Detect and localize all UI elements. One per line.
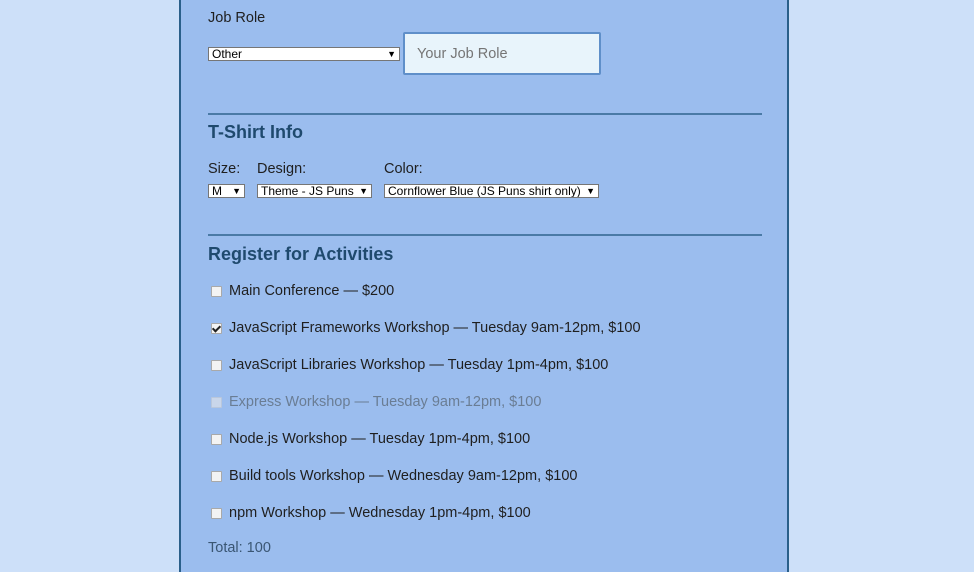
- activity-checkbox-npm[interactable]: [211, 508, 222, 519]
- activity-checkbox-js-frameworks[interactable]: [211, 323, 222, 334]
- activity-label-nodejs[interactable]: Node.js Workshop — Tuesday 1pm-4pm, $100: [229, 431, 530, 447]
- activity-checkbox-js-libraries[interactable]: [211, 360, 222, 371]
- section-divider: [208, 234, 762, 236]
- size-select[interactable]: M ▼: [208, 184, 245, 198]
- job-role-selected-value: Other: [212, 47, 243, 61]
- section-divider: [208, 113, 762, 115]
- activity-checkbox-build-tools[interactable]: [211, 471, 222, 482]
- color-label: Color:: [384, 161, 423, 177]
- design-selected-value: Theme - JS Puns: [261, 184, 354, 198]
- activity-checkbox-express: [211, 397, 222, 408]
- job-role-select[interactable]: Other ▼: [208, 47, 400, 61]
- activity-label-build-tools[interactable]: Build tools Workshop — Wednesday 9am-12p…: [229, 468, 577, 484]
- activity-checkbox-main-conference[interactable]: [211, 286, 222, 297]
- activities-total: Total: 100: [208, 540, 271, 556]
- design-select[interactable]: Theme - JS Puns ▼: [257, 184, 372, 198]
- activity-label-npm[interactable]: npm Workshop — Wednesday 1pm-4pm, $100: [229, 505, 531, 521]
- size-label: Size:: [208, 161, 241, 177]
- activity-label-js-frameworks[interactable]: JavaScript Frameworks Workshop — Tuesday…: [229, 320, 641, 336]
- chevron-down-icon: ▼: [232, 186, 241, 196]
- color-selected-value: Cornflower Blue (JS Puns shirt only): [388, 184, 581, 198]
- tshirt-heading: T-Shirt Info: [208, 122, 303, 142]
- chevron-down-icon: ▼: [387, 49, 396, 59]
- activity-checkbox-nodejs[interactable]: [211, 434, 222, 445]
- activities-heading: Register for Activities: [208, 244, 394, 264]
- job-role-label: Job Role: [208, 10, 266, 26]
- color-select[interactable]: Cornflower Blue (JS Puns shirt only) ▼: [384, 184, 599, 198]
- job-role-input[interactable]: [403, 32, 601, 75]
- activity-label-express: Express Workshop — Tuesday 9am-12pm, $10…: [229, 394, 542, 410]
- chevron-down-icon: ▼: [359, 186, 368, 196]
- activity-label-js-libraries[interactable]: JavaScript Libraries Workshop — Tuesday …: [229, 357, 608, 373]
- chevron-down-icon: ▼: [586, 186, 595, 196]
- design-label: Design:: [257, 161, 307, 177]
- size-selected-value: M: [212, 184, 222, 198]
- activity-label-main-conference[interactable]: Main Conference — $200: [229, 283, 394, 299]
